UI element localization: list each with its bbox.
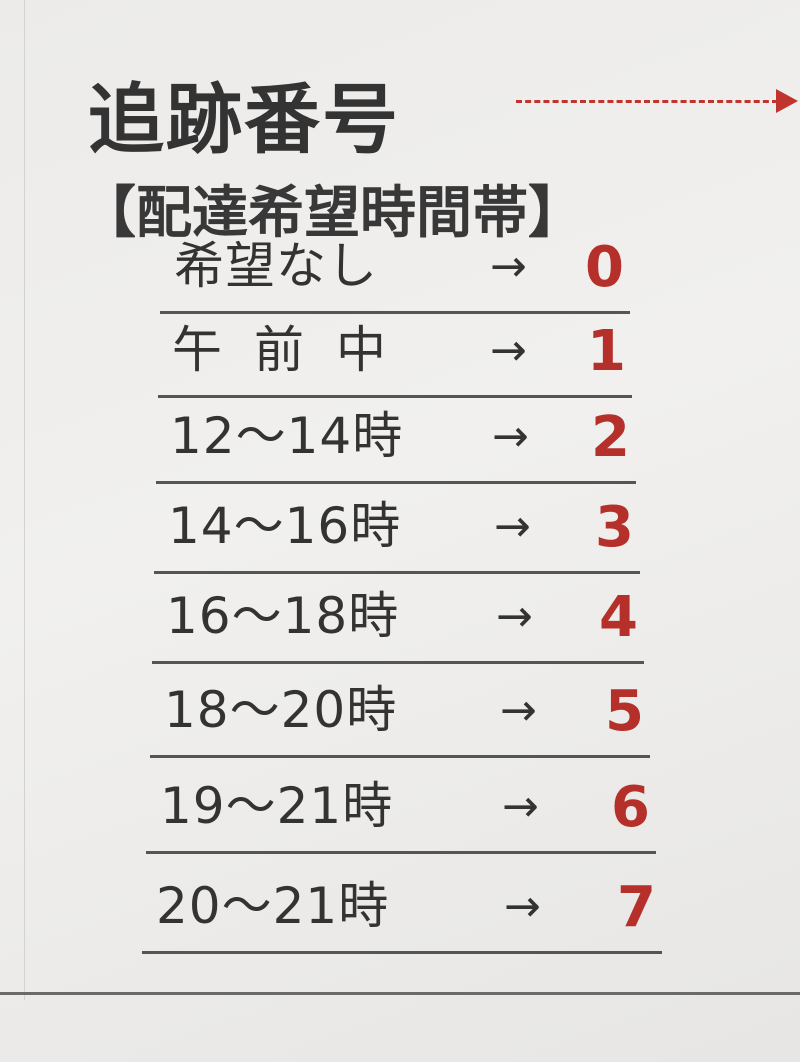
time-slot-code: 1 <box>587 319 626 384</box>
row-underline <box>150 755 650 758</box>
right-arrow-icon: → <box>502 781 539 832</box>
time-slot-code: 0 <box>585 235 624 300</box>
time-slot-label: 19〜21時 <box>160 777 394 835</box>
row-underline <box>156 481 636 484</box>
time-slot-row: 18〜20時 → 5 <box>150 670 650 758</box>
time-slot-row: 希望なし → 0 <box>160 226 630 314</box>
right-arrow-icon: → <box>496 591 533 642</box>
time-slot-row: 14〜16時 → 3 <box>154 486 640 574</box>
time-slot-row: 午前中 → 1 <box>158 310 632 398</box>
time-slot-row: 16〜18時 → 4 <box>152 576 644 664</box>
time-slot-row: 12〜14時 → 2 <box>156 396 636 484</box>
time-slot-label: 希望なし <box>174 237 378 295</box>
row-underline <box>142 951 662 954</box>
right-arrow-icon: → <box>490 325 527 376</box>
time-slot-label: 18〜20時 <box>164 681 398 739</box>
time-slot-code: 6 <box>611 775 650 840</box>
row-underline <box>154 571 640 574</box>
time-slot-code: 4 <box>599 585 638 650</box>
right-arrow-icon: → <box>494 501 531 552</box>
time-slot-code: 3 <box>595 495 634 560</box>
right-arrow-icon: → <box>504 881 541 932</box>
time-slot-label: 20〜21時 <box>156 877 390 935</box>
time-slot-label: 12〜14時 <box>170 407 404 465</box>
right-arrow-icon: → <box>490 241 527 292</box>
time-slot-label: 16〜18時 <box>166 587 400 645</box>
row-underline <box>152 661 644 664</box>
time-slot-label: 14〜16時 <box>168 497 402 555</box>
time-slot-code: 2 <box>591 405 630 470</box>
right-arrow-icon: → <box>500 685 537 736</box>
bottom-divider <box>0 992 800 995</box>
time-slot-label: 午前中 <box>172 321 418 379</box>
row-underline <box>146 851 656 854</box>
time-slot-code: 5 <box>605 679 644 744</box>
time-slot-row: 20〜21時 → 7 <box>142 866 662 954</box>
time-slot-row: 19〜21時 → 6 <box>146 766 656 854</box>
right-arrow-icon: → <box>492 411 529 462</box>
time-slot-code: 7 <box>617 875 656 940</box>
time-slot-list: 希望なし → 0 午前中 → 1 12〜14時 → 2 14〜16時 → 3 1… <box>0 0 800 1000</box>
